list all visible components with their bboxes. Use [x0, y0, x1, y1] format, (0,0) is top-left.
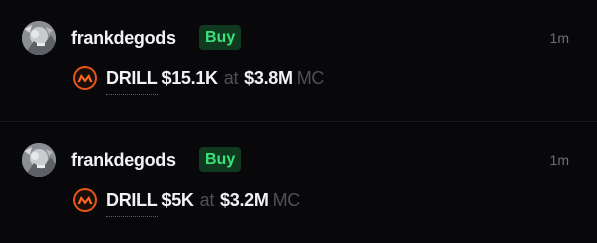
- trade-item[interactable]: frankdegods Buy 1m DRILL $15.1K at $3.8M MC: [0, 0, 597, 121]
- trade-item[interactable]: frankdegods Buy 1m DRILL $5K at $3.2M MC: [0, 122, 597, 243]
- buy-badge: Buy: [199, 25, 242, 50]
- at-label: at: [223, 68, 239, 88]
- at-label: at: [199, 190, 215, 210]
- token-ticker[interactable]: DRILL: [106, 187, 158, 217]
- trade-detail: DRILL $5K at $3.2M MC: [106, 187, 301, 217]
- market-cap-value: $3.2M: [220, 190, 269, 210]
- buy-badge: Buy: [199, 147, 242, 172]
- username[interactable]: frankdegods: [71, 26, 176, 50]
- market-cap-value: $3.8M: [244, 68, 293, 88]
- market-cap-label: MC: [272, 190, 301, 210]
- timestamp: 1m: [549, 30, 569, 46]
- trade-amount: $15.1K: [161, 68, 219, 88]
- trade-detail: DRILL $15.1K at $3.8M MC: [106, 65, 325, 95]
- market-cap-label: MC: [296, 68, 325, 88]
- drill-token-icon[interactable]: [73, 188, 97, 212]
- token-ticker[interactable]: DRILL: [106, 65, 158, 95]
- user-avatar-icon[interactable]: [22, 21, 56, 55]
- trade-amount: $5K: [161, 190, 194, 210]
- trade-feed: frankdegods Buy 1m DRILL $15.1K at $3.8M MC: [0, 0, 597, 243]
- user-avatar-icon[interactable]: [22, 143, 56, 177]
- timestamp: 1m: [549, 152, 569, 168]
- username[interactable]: frankdegods: [71, 148, 176, 172]
- drill-token-icon[interactable]: [73, 66, 97, 90]
